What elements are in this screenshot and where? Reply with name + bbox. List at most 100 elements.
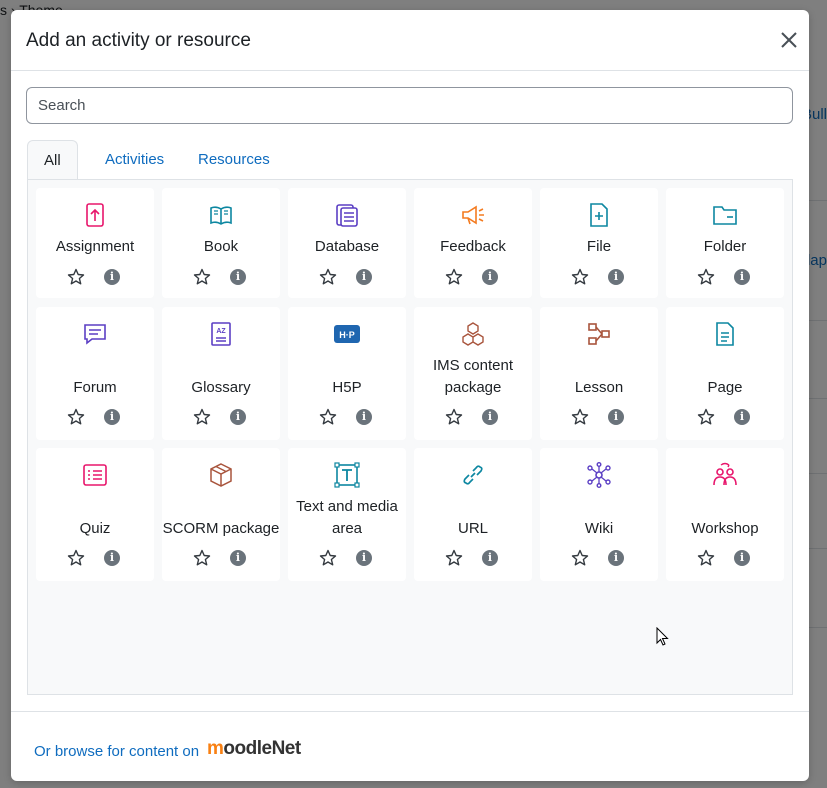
star-icon[interactable] <box>697 268 715 286</box>
browse-moodlenet-link[interactable]: Or browse for content on <box>34 743 199 760</box>
info-icon[interactable]: i <box>734 409 750 425</box>
activity-label: Glossary <box>191 379 251 396</box>
info-icon[interactable]: i <box>104 550 120 566</box>
info-icon[interactable]: i <box>608 409 624 425</box>
url-icon <box>463 465 483 485</box>
info-icon[interactable]: i <box>482 269 498 285</box>
info-icon[interactable]: i <box>734 269 750 285</box>
text-media-icon <box>334 462 360 488</box>
activity-card-h5p[interactable]: H·P H5P i <box>288 307 406 440</box>
info-icon[interactable]: i <box>734 550 750 566</box>
info-icon[interactable]: i <box>608 550 624 566</box>
star-icon[interactable] <box>319 268 337 286</box>
mouse-cursor-icon <box>656 627 669 646</box>
info-icon[interactable]: i <box>356 269 372 285</box>
tab-bar: All Activities Resources <box>27 140 793 180</box>
search-input[interactable] <box>26 87 793 124</box>
star-icon[interactable] <box>67 549 85 567</box>
info-icon[interactable]: i <box>104 269 120 285</box>
activity-card-folder[interactable]: Folder i <box>666 188 784 298</box>
activity-card-scorm-package[interactable]: SCORM package i <box>162 448 280 581</box>
activity-card-quiz[interactable]: Quiz i <box>36 448 154 581</box>
star-icon[interactable] <box>571 268 589 286</box>
svg-text:AZ: AZ <box>216 328 226 335</box>
database-icon <box>336 204 358 227</box>
info-icon[interactable]: i <box>356 409 372 425</box>
activity-card-glossary[interactable]: AZ Glossary i <box>162 307 280 440</box>
info-icon[interactable]: i <box>230 269 246 285</box>
activity-label: Lesson <box>574 379 624 396</box>
ims-package-icon <box>462 322 484 346</box>
page-icon <box>716 322 734 346</box>
lesson-icon <box>588 323 610 345</box>
wiki-icon <box>587 462 611 488</box>
activity-label: Quiz <box>79 520 111 537</box>
activity-label: SCORM package <box>162 520 280 537</box>
star-icon[interactable] <box>445 408 463 426</box>
star-icon[interactable] <box>193 408 211 426</box>
activity-label: Book <box>203 238 239 255</box>
info-icon[interactable]: i <box>230 409 246 425</box>
activity-label: Database <box>314 238 380 255</box>
activity-card-forum[interactable]: Forum i <box>36 307 154 440</box>
star-icon[interactable] <box>697 549 715 567</box>
activity-card-text-and-media-area[interactable]: Text and media area i <box>288 448 406 581</box>
moodlenet-logo[interactable]: moodleNet <box>207 738 301 760</box>
forum-icon <box>84 324 106 345</box>
info-icon[interactable]: i <box>230 550 246 566</box>
star-icon[interactable] <box>67 268 85 286</box>
activity-card-page[interactable]: Page i <box>666 307 784 440</box>
tab-activities[interactable]: Activities <box>89 140 180 180</box>
star-icon[interactable] <box>193 549 211 567</box>
activity-card-url[interactable]: URL i <box>414 448 532 581</box>
assignment-icon <box>86 203 104 227</box>
star-icon[interactable] <box>445 549 463 567</box>
tab-all[interactable]: All <box>27 140 78 180</box>
activity-grid: Assignment i Book i Database i Feedback i File i F… <box>27 179 793 695</box>
star-icon[interactable] <box>193 268 211 286</box>
quiz-icon <box>83 464 107 486</box>
info-icon[interactable]: i <box>104 409 120 425</box>
activity-card-lesson[interactable]: Lesson i <box>540 307 658 440</box>
moodlenet-logo-m: m <box>207 738 224 759</box>
star-icon[interactable] <box>445 268 463 286</box>
activity-card-workshop[interactable]: Workshop i <box>666 448 784 581</box>
activity-label: Assignment <box>55 238 135 255</box>
scorm-icon <box>210 463 232 487</box>
star-icon[interactable] <box>319 549 337 567</box>
workshop-icon <box>713 462 737 486</box>
tab-resources[interactable]: Resources <box>182 140 286 180</box>
add-activity-modal: Add an activity or resource All Activiti… <box>11 10 809 781</box>
activity-card-file[interactable]: File i <box>540 188 658 298</box>
info-icon[interactable]: i <box>608 269 624 285</box>
activity-card-book[interactable]: Book i <box>162 188 280 298</box>
folder-icon <box>713 206 737 225</box>
activity-label: URL <box>457 520 488 537</box>
activity-label: H5P <box>332 379 362 396</box>
star-icon[interactable] <box>697 408 715 426</box>
info-icon[interactable]: i <box>482 550 498 566</box>
star-icon[interactable] <box>67 408 85 426</box>
activity-card-wiki[interactable]: Wiki i <box>540 448 658 581</box>
info-icon[interactable]: i <box>482 409 498 425</box>
h5p-icon: H·P <box>334 325 360 343</box>
file-icon <box>590 203 608 227</box>
activity-card-database[interactable]: Database i <box>288 188 406 298</box>
activity-label: Workshop <box>691 520 759 537</box>
glossary-icon: AZ <box>211 322 231 346</box>
activity-label: Feedback <box>440 238 506 255</box>
star-icon[interactable] <box>319 408 337 426</box>
activity-card-ims-content-package[interactable]: IMS content package i <box>414 307 532 440</box>
activity-label: Wiki <box>584 520 614 537</box>
moodlenet-logo-rest: oodleNet <box>223 738 301 759</box>
activity-label: Forum <box>73 379 117 396</box>
info-icon[interactable]: i <box>356 550 372 566</box>
feedback-icon <box>462 205 484 225</box>
modal-header: Add an activity or resource <box>11 10 809 71</box>
activity-card-assignment[interactable]: Assignment i <box>36 188 154 298</box>
activity-card-feedback[interactable]: Feedback i <box>414 188 532 298</box>
modal-title: Add an activity or resource <box>26 30 251 51</box>
close-icon[interactable] <box>779 30 799 50</box>
star-icon[interactable] <box>571 408 589 426</box>
star-icon[interactable] <box>571 549 589 567</box>
